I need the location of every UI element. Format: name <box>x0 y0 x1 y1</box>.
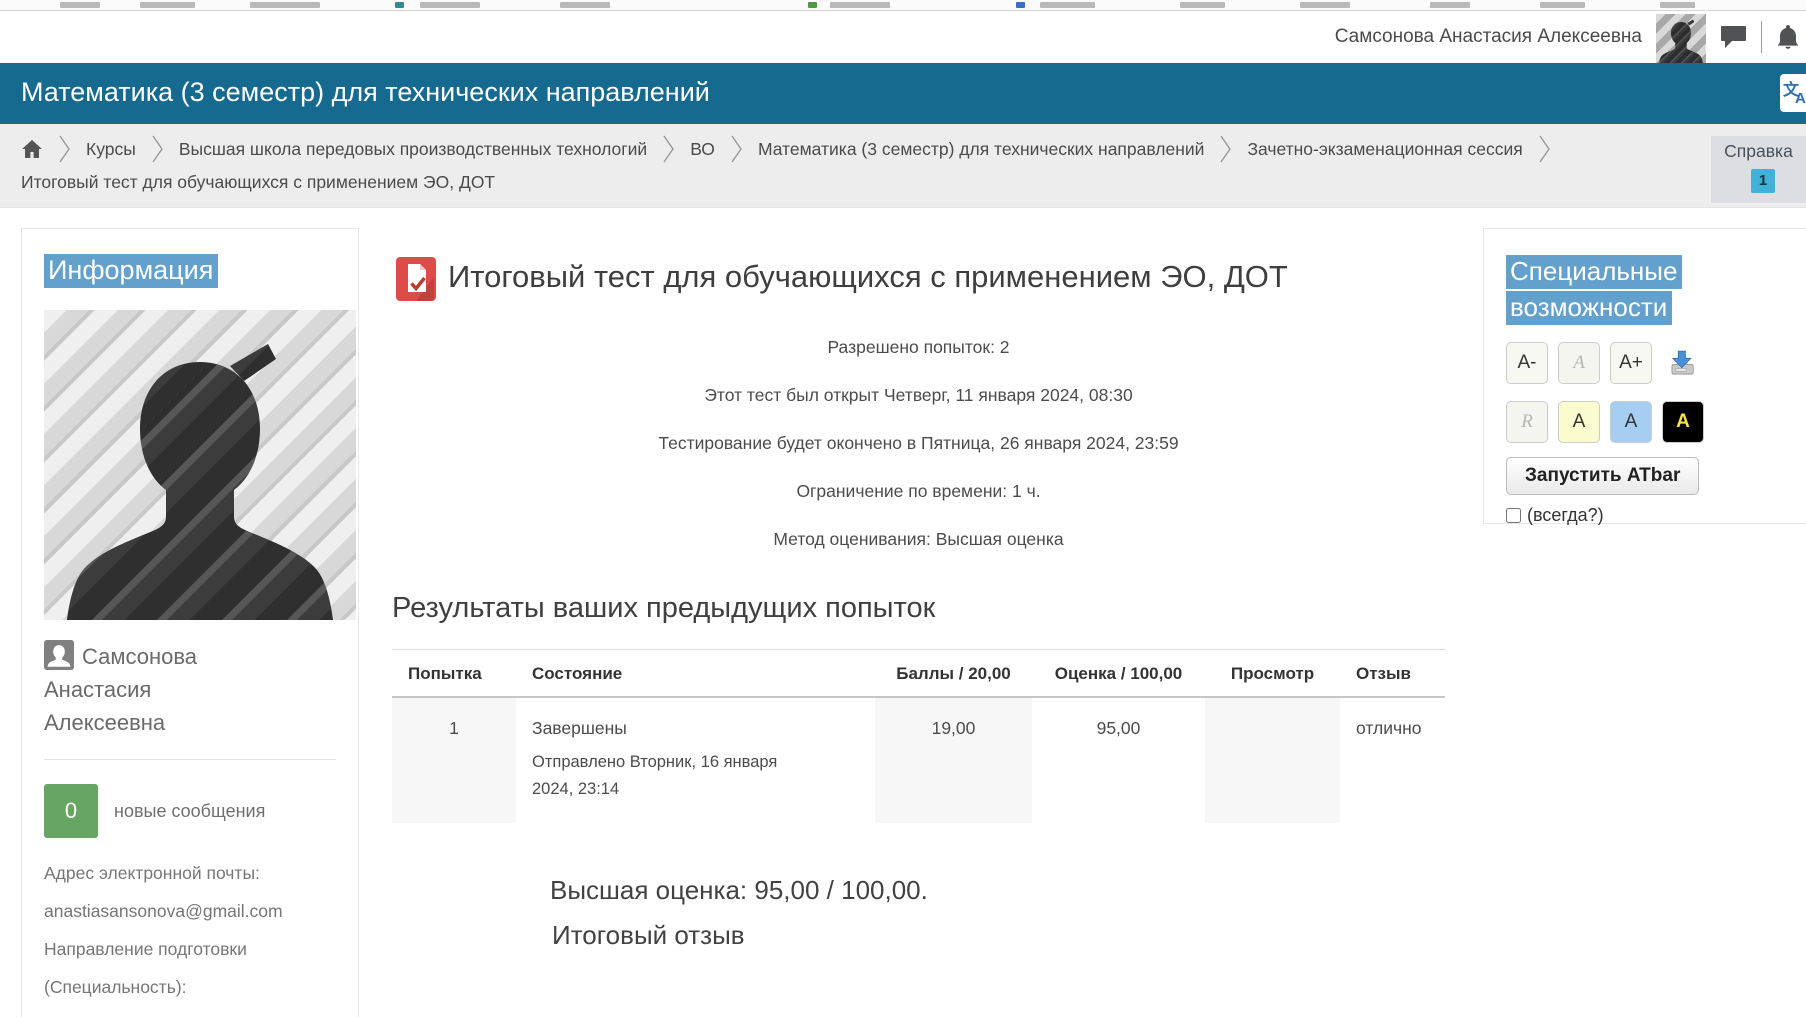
launch-atbar-button[interactable]: Запустить ATbar <box>1506 457 1699 495</box>
save-settings-icon[interactable] <box>1662 342 1704 384</box>
cell-state: Завершены Отправлено Вторник, 16 января … <box>516 697 875 823</box>
sidebar-divider <box>44 759 336 760</box>
email-label: Адрес электронной почты: <box>44 854 358 892</box>
breadcrumb-courses[interactable]: Курсы <box>86 139 136 160</box>
sidebar-user: Самсонова Анастасия Алексеевна <box>44 640 259 739</box>
font-increase-button[interactable]: A+ <box>1610 342 1652 384</box>
font-size-buttons: A- A A+ <box>1506 342 1806 384</box>
atbar-always-checkbox[interactable] <box>1506 508 1521 523</box>
chevron-icon <box>1538 134 1551 164</box>
sidebar-details: Адрес электронной почты: anastiasansonov… <box>44 854 358 1017</box>
state-detail: Отправлено Вторник, 16 января 2024, 23:1… <box>532 749 812 803</box>
translate-icon[interactable]: 文 A <box>1780 74 1806 112</box>
breadcrumb-vo[interactable]: ВО <box>690 139 715 160</box>
quiz-grading-method: Метод оценивания: Высшая оценка <box>392 529 1445 550</box>
attempts-table: Попытка Состояние Баллы / 20,00 Оценка /… <box>392 649 1445 823</box>
table-header-row: Попытка Состояние Баллы / 20,00 Оценка /… <box>392 650 1445 698</box>
cell-grade: 95,00 <box>1032 697 1205 823</box>
quiz-open-date: Этот тест был открыт Четверг, 11 января … <box>392 385 1445 406</box>
page: Самсонова Анастасия Алексеевна <box>0 0 1806 1017</box>
color-scheme-buttons: R A A A <box>1506 401 1806 443</box>
top-header: Самсонова Анастасия Алексеевна <box>0 11 1806 63</box>
quiz-attempts-allowed: Разрешено попыток: 2 <box>392 337 1445 358</box>
quiz-close-date: Тестирование будет окончено в Пятница, 2… <box>392 433 1445 454</box>
state-value: Завершены <box>532 718 627 738</box>
col-attempt: Попытка <box>392 650 516 698</box>
quiz-title: Итоговый тест для обучающихся с применен… <box>392 254 1445 299</box>
col-feedback: Отзыв <box>1340 650 1445 698</box>
atbar-always-label: (всегда?) <box>1527 505 1604 526</box>
messages-icon[interactable] <box>1720 25 1747 49</box>
table-row: 1 Завершены Отправлено Вторник, 16 январ… <box>392 697 1445 823</box>
cell-review <box>1205 697 1340 823</box>
person-icon <box>44 640 74 670</box>
final-feedback-label: Итоговый отзыв <box>552 920 1445 951</box>
chevron-icon <box>58 134 71 164</box>
col-state: Состояние <box>516 650 875 698</box>
breadcrumb-school[interactable]: Высшая школа передовых производственных … <box>179 139 647 160</box>
cell-feedback: отлично <box>1340 697 1445 823</box>
header-divider <box>1761 21 1762 53</box>
user-avatar[interactable] <box>1656 14 1706 64</box>
messages-label: новые сообщения <box>114 801 265 822</box>
accessibility-panel: Специальные возможности A- A A+ R A A A … <box>1483 228 1806 524</box>
scheme-yellow-button[interactable]: A <box>1558 401 1600 443</box>
cell-attempt: 1 <box>392 697 516 823</box>
quiz-icon <box>396 257 436 314</box>
chevron-icon <box>151 134 164 164</box>
final-grade: Высшая оценка: 95,00 / 100,00. <box>550 875 1445 906</box>
help-badge: 1 <box>1751 169 1775 193</box>
top-user-name[interactable]: Самсонова Анастасия Алексеевна <box>1335 26 1642 48</box>
home-icon[interactable] <box>21 139 43 159</box>
results-heading: Результаты ваших предыдущих попыток <box>392 592 1445 625</box>
messages-row[interactable]: 0 новые сообщения <box>44 784 358 838</box>
chevron-icon <box>662 134 675 164</box>
help-button[interactable]: Справка 1 <box>1711 136 1806 203</box>
chevron-icon <box>1219 134 1232 164</box>
course-title: Математика (3 семестр) для технических н… <box>21 77 710 108</box>
quiz-time-limit: Ограничение по времени: 1 ч. <box>392 481 1445 502</box>
col-review: Просмотр <box>1205 650 1340 698</box>
col-points: Баллы / 20,00 <box>875 650 1032 698</box>
font-decrease-button[interactable]: A- <box>1506 342 1548 384</box>
breadcrumb-course[interactable]: Математика (3 семестр) для технических н… <box>758 139 1205 160</box>
browser-bookmarks-sliver <box>0 0 1806 11</box>
col-grade: Оценка / 100,00 <box>1032 650 1205 698</box>
breadcrumb-session[interactable]: Зачетно-экзаменационная сессия <box>1247 139 1522 160</box>
atbar-always-row: (всегда?) <box>1506 505 1806 526</box>
scheme-contrast-button[interactable]: A <box>1662 401 1704 443</box>
font-default-button[interactable]: A <box>1558 342 1600 384</box>
breadcrumb-current: Итоговый тест для обучающихся с применен… <box>21 172 495 193</box>
help-label[interactable]: Справка <box>1711 141 1806 162</box>
chevron-icon <box>730 134 743 164</box>
breadcrumb: Курсы Высшая школа передовых производств… <box>0 124 1806 208</box>
notifications-bell-icon[interactable] <box>1776 24 1800 51</box>
messages-count-badge: 0 <box>44 784 98 838</box>
info-sidebar: Информация Самсонова Анастасия Алексеевн… <box>21 228 359 1017</box>
scheme-reset-button[interactable]: R <box>1506 401 1548 443</box>
sidebar-title: Информация <box>44 255 358 286</box>
quiz-info: Разрешено попыток: 2 Этот тест был откры… <box>392 337 1445 550</box>
speciality-label-1: Направление подготовки <box>44 930 358 968</box>
course-header-bar: Математика (3 семестр) для технических н… <box>0 63 1806 124</box>
speciality-label-2: (Специальность): <box>44 968 358 1006</box>
scheme-blue-button[interactable]: A <box>1610 401 1652 443</box>
accessibility-title: Специальные возможности <box>1506 253 1806 325</box>
study-form-label: Форма обучения: <box>44 1006 358 1017</box>
profile-photo <box>44 310 356 620</box>
main-content: Итоговый тест для обучающихся с применен… <box>392 228 1445 951</box>
cell-points: 19,00 <box>875 697 1032 823</box>
email-value: anastiasansonova@gmail.com <box>44 892 358 930</box>
